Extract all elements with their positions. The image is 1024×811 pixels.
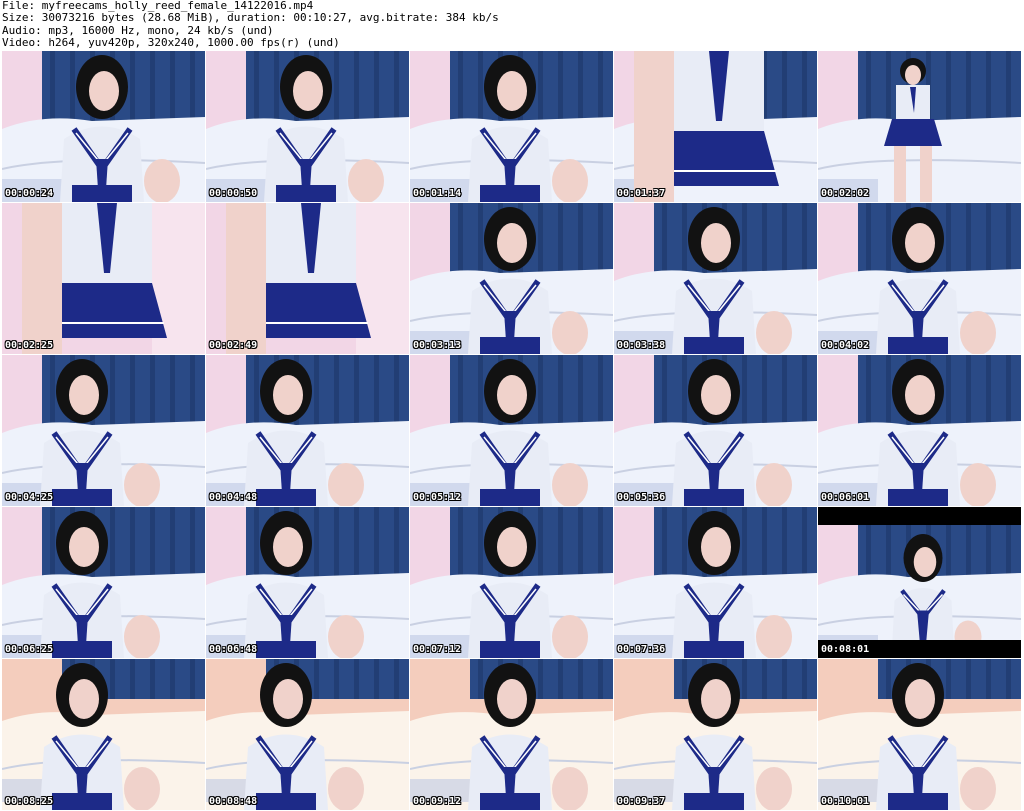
video-thumbnail: 00:03:13 — [410, 203, 613, 354]
thumbnail-frame-image — [614, 51, 817, 202]
thumbnail-frame-image — [818, 51, 1021, 202]
thumbnail-timestamp: 00:00:50 — [209, 188, 258, 199]
thumbnail-frame-image — [206, 659, 409, 810]
thumbnail-timestamp: 00:02:25 — [5, 340, 54, 351]
thumbnail-timestamp: 00:08:01 — [821, 644, 870, 655]
video-thumbnail: 00:04:02 — [818, 203, 1021, 354]
thumbnail-frame-image — [2, 659, 205, 810]
video-thumbnail: 00:00:24 — [2, 51, 205, 202]
thumbnail-frame-image — [2, 203, 205, 354]
thumbnail-timestamp: 00:04:02 — [821, 340, 870, 351]
thumbnail-frame-image — [818, 355, 1021, 506]
thumbnail-timestamp: 00:10:01 — [821, 796, 870, 807]
video-thumbnail: 00:09:12 — [410, 659, 613, 810]
thumbnail-frame-image — [818, 507, 1021, 658]
thumbnail-timestamp: 00:06:25 — [5, 644, 54, 655]
thumbnail-frame-image — [614, 659, 817, 810]
thumbnail-timestamp: 00:06:01 — [821, 492, 870, 503]
thumbnail-timestamp: 00:03:38 — [617, 340, 666, 351]
thumbnail-frame-image — [2, 51, 205, 202]
thumbnail-frame-image — [206, 51, 409, 202]
video-thumbnail: 00:06:25 — [2, 507, 205, 658]
thumbnail-timestamp: 00:00:24 — [5, 188, 54, 199]
video-thumbnail: 00:07:36 — [614, 507, 817, 658]
video-thumbnail: 00:02:25 — [2, 203, 205, 354]
thumbnail-frame-image — [206, 203, 409, 354]
thumbnail-frame-image — [614, 355, 817, 506]
video-thumbnail: 00:08:48 — [206, 659, 409, 810]
video-thumbnail: 00:07:12 — [410, 507, 613, 658]
thumbnail-timestamp: 00:09:37 — [617, 796, 666, 807]
video-thumbnail: 00:01:14 — [410, 51, 613, 202]
video-thumbnail: 00:06:48 — [206, 507, 409, 658]
thumbnail-frame-image — [410, 51, 613, 202]
thumbnail-timestamp: 00:04:48 — [209, 492, 258, 503]
video-thumbnail: 00:00:50 — [206, 51, 409, 202]
thumbnail-timestamp: 00:05:36 — [617, 492, 666, 503]
thumbnail-timestamp: 00:01:37 — [617, 188, 666, 199]
video-thumbnail: 00:02:49 — [206, 203, 409, 354]
thumbnail-timestamp: 00:07:36 — [617, 644, 666, 655]
thumbnail-timestamp: 00:01:14 — [413, 188, 462, 199]
video-thumbnail: 00:04:48 — [206, 355, 409, 506]
video-thumbnail: 00:06:01 — [818, 355, 1021, 506]
thumbnail-grid: 00:00:24 00:00:50 00:01:14 00:01:37 00:02:02… — [2, 51, 1022, 811]
thumbnail-timestamp: 00:02:49 — [209, 340, 258, 351]
video-thumbnail: 00:04:25 — [2, 355, 205, 506]
thumbnail-timestamp: 00:03:13 — [413, 340, 462, 351]
video-thumbnail: 00:08:01 — [818, 507, 1021, 658]
thumbnail-timestamp: 00:05:12 — [413, 492, 462, 503]
thumbnail-frame-image — [614, 203, 817, 354]
thumbnail-frame-image — [410, 203, 613, 354]
video-thumbnail: 00:05:12 — [410, 355, 613, 506]
thumbnail-timestamp: 00:08:25 — [5, 796, 54, 807]
video-thumbnail: 00:10:01 — [818, 659, 1021, 810]
video-thumbnail: 00:01:37 — [614, 51, 817, 202]
thumbnail-frame-image — [206, 355, 409, 506]
thumbnail-timestamp: 00:04:25 — [5, 492, 54, 503]
file-size-line: Size: 30073216 bytes (28.68 MiB), durati… — [2, 11, 499, 25]
thumbnail-frame-image — [410, 659, 613, 810]
letterbox-bar-top — [818, 507, 1021, 525]
thumbnail-timestamp: 00:06:48 — [209, 644, 258, 655]
video-thumbnail: 00:05:36 — [614, 355, 817, 506]
thumbnail-timestamp: 00:02:02 — [821, 188, 870, 199]
thumbnail-frame-image — [818, 203, 1021, 354]
thumbnail-frame-image — [410, 507, 613, 658]
video-thumbnail: 00:02:02 — [818, 51, 1021, 202]
thumbnail-frame-image — [614, 507, 817, 658]
thumbnail-frame-image — [410, 355, 613, 506]
thumbnail-frame-image — [2, 507, 205, 658]
file-info-header: File: myfreecams_holly_reed_female_14122… — [2, 0, 1020, 50]
video-thumbnail: 00:09:37 — [614, 659, 817, 810]
thumbnail-timestamp: 00:08:48 — [209, 796, 258, 807]
thumbnail-frame-image — [206, 507, 409, 658]
thumbnail-timestamp: 00:09:12 — [413, 796, 462, 807]
video-info-line: Video: h264, yuv420p, 320x240, 1000.00 f… — [2, 36, 340, 50]
thumbnail-frame-image — [818, 659, 1021, 810]
thumbnail-timestamp: 00:07:12 — [413, 644, 462, 655]
thumbnail-frame-image — [2, 355, 205, 506]
video-thumbnail: 00:03:38 — [614, 203, 817, 354]
video-thumbnail: 00:08:25 — [2, 659, 205, 810]
